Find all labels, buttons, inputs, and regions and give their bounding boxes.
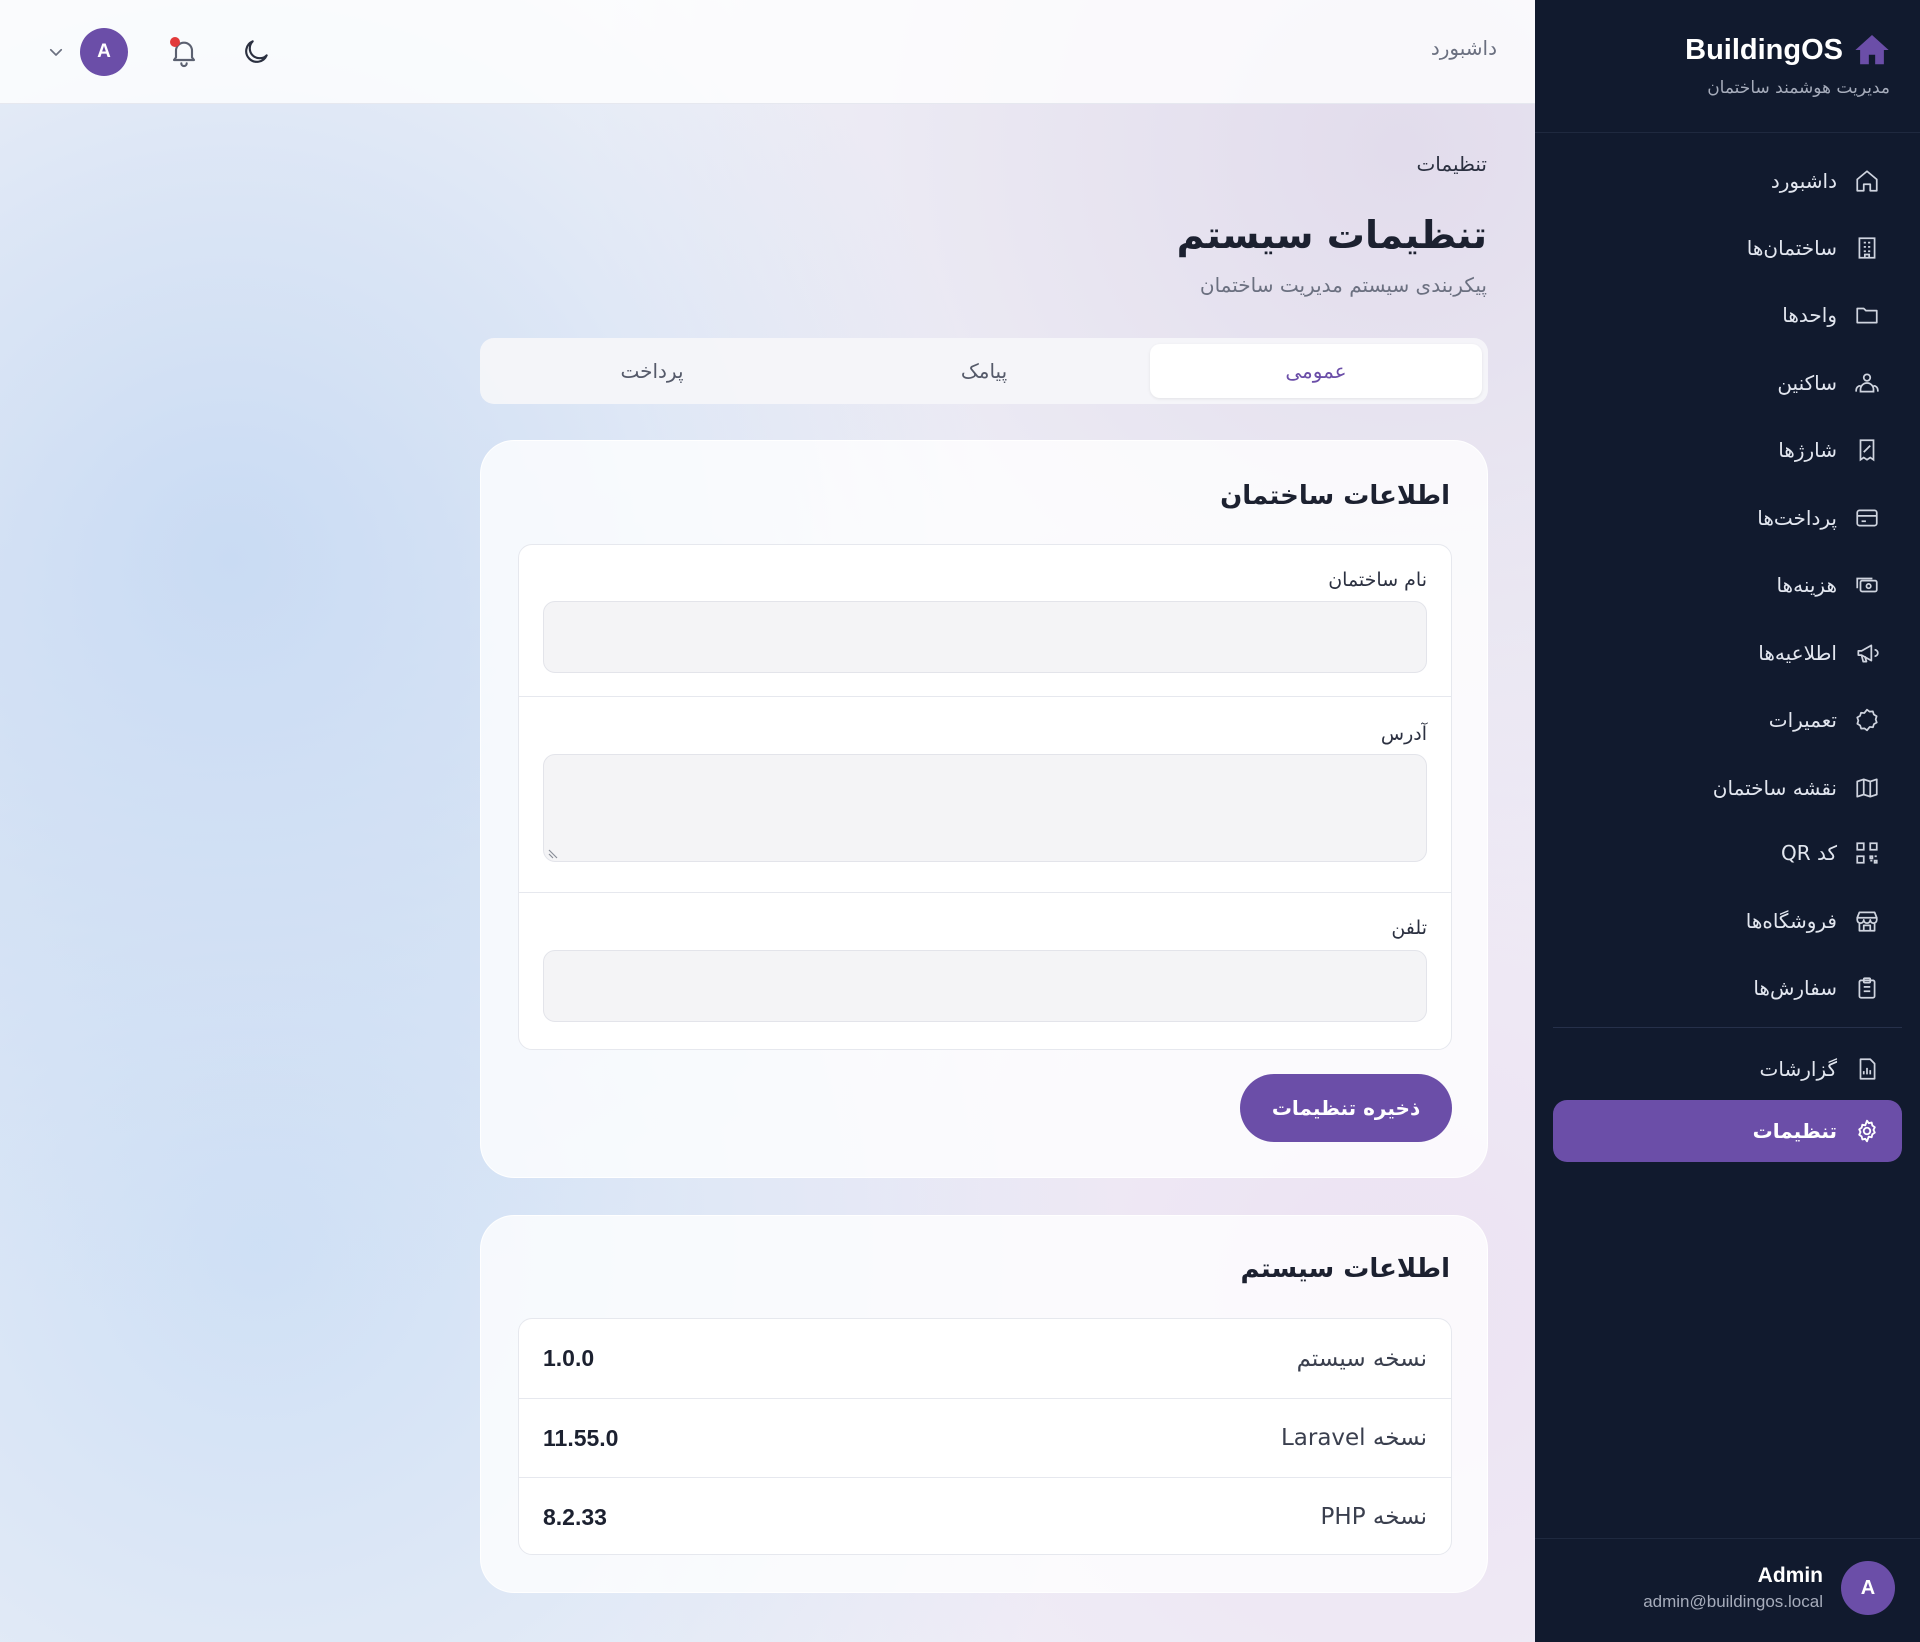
sidebar-item-qr-code[interactable]: کد QR <box>1553 822 1902 884</box>
php-version-value: 8.2.33 <box>543 1503 607 1530</box>
sidebar-item-building-map[interactable]: نقشه ساختمان <box>1553 757 1902 819</box>
clipboard-icon <box>1853 974 1881 1002</box>
sidebar-item-label: تنظیمات <box>1752 1119 1837 1143</box>
tab-payment[interactable]: پرداخت <box>486 344 818 398</box>
report-icon <box>1853 1055 1881 1083</box>
brand-name: BuildingOS <box>1685 33 1843 66</box>
badge-icon <box>1853 706 1881 734</box>
avatar[interactable]: A <box>80 28 128 76</box>
residents-icon <box>1853 369 1881 397</box>
notification-bell-icon[interactable] <box>168 36 200 68</box>
building-name-field: نام ساختمان <box>519 545 1451 696</box>
sidebar-item-charges[interactable]: شارژها <box>1553 419 1902 481</box>
sidebar-item-label: فروشگاه‌ها <box>1745 909 1837 933</box>
address-field: آدرس <box>519 696 1451 892</box>
resize-handle-icon[interactable] <box>548 847 560 859</box>
sidebar-item-label: کد QR <box>1780 841 1837 865</box>
notification-dot <box>170 37 180 47</box>
table-row: نسخه سیستم 1.0.0 <box>519 1319 1451 1398</box>
sidebar-item-repairs[interactable]: تعمیرات <box>1553 689 1902 751</box>
sidebar-item-label: شارژها <box>1778 438 1837 462</box>
system-version-value: 1.0.0 <box>543 1345 595 1371</box>
table-row: نسخه Laravel 11.55.0 <box>519 1398 1451 1477</box>
sidebar-item-label: داشبورد <box>1770 169 1837 193</box>
breadcrumb: تنظیمات <box>1416 152 1487 176</box>
system-info-table: نسخه سیستم 1.0.0 نسخه Laravel 11.55.0 نس… <box>518 1318 1452 1555</box>
user-profile[interactable]: A Admin admin@buildingos.local <box>1643 1560 1895 1616</box>
sidebar-item-label: اطلاعیه‌ها <box>1758 641 1837 665</box>
credit-card-icon <box>1853 504 1881 532</box>
address-textarea[interactable] <box>543 754 1427 862</box>
building-icon <box>1853 234 1881 262</box>
main-content: داشبورد A تنظیمات تنظیمات سیستم پیکربندی… <box>0 0 1535 1642</box>
settings-tabs: عمومی پیامک پرداخت <box>480 338 1488 404</box>
table-row: نسخه PHP 8.2.33 <box>519 1477 1451 1556</box>
user-email: admin@buildingos.local <box>1643 1592 1823 1611</box>
megaphone-icon <box>1853 639 1881 667</box>
sidebar: BuildingOS مدیریت هوشمند ساختمان داشبورد… <box>1535 0 1920 1642</box>
store-icon <box>1853 907 1881 935</box>
sidebar-item-label: تعمیرات <box>1768 708 1837 732</box>
sidebar-item-buildings[interactable]: ساختمان‌ها <box>1553 217 1902 279</box>
sidebar-item-label: گزارشات <box>1759 1057 1837 1081</box>
gear-icon <box>1853 1117 1881 1145</box>
brand[interactable]: BuildingOS <box>1685 30 1891 70</box>
sidebar-item-expenses[interactable]: هزینه‌ها <box>1553 554 1902 616</box>
home-icon <box>1853 167 1881 195</box>
save-settings-button[interactable]: ذخیره تنظیمات <box>1240 1074 1452 1142</box>
sidebar-item-stores[interactable]: فروشگاه‌ها <box>1553 890 1902 952</box>
sidebar-divider <box>1535 132 1920 133</box>
sidebar-item-reports[interactable]: گزارشات <box>1553 1038 1902 1100</box>
page-subtitle: پیکربندی سیستم مدیریت ساختمان <box>1199 273 1487 297</box>
nav-divider <box>1553 1027 1902 1028</box>
php-version-label: نسخه PHP <box>1320 1504 1427 1530</box>
phone-label: تلفن <box>1391 917 1427 939</box>
tab-sms[interactable]: پیامک <box>818 344 1150 398</box>
user-name: Admin <box>1757 1564 1823 1587</box>
sidebar-item-label: واحدها <box>1782 303 1837 327</box>
sidebar-item-units[interactable]: واحدها <box>1553 284 1902 346</box>
system-info-title: اطلاعات سیستم <box>1240 1254 1451 1284</box>
sidebar-item-label: سفارش‌ها <box>1753 976 1837 1000</box>
folder-icon <box>1853 301 1881 329</box>
building-info-card: اطلاعات ساختمان نام ساختمان آدرس تلفن ذخ… <box>480 440 1488 1178</box>
sidebar-item-orders[interactable]: سفارش‌ها <box>1553 957 1902 1019</box>
sidebar-item-label: هزینه‌ها <box>1776 573 1837 597</box>
sidebar-item-announcements[interactable]: اطلاعیه‌ها <box>1553 622 1902 684</box>
phone-input[interactable] <box>543 950 1427 1022</box>
laravel-version-value: 11.55.0 <box>543 1424 619 1451</box>
sidebar-item-payments[interactable]: پرداخت‌ها <box>1553 487 1902 549</box>
building-name-label: نام ساختمان <box>1328 569 1427 591</box>
page-title: تنظیمات سیستم <box>1176 213 1487 257</box>
system-version-label: نسخه سیستم <box>1296 1345 1427 1372</box>
avatar: A <box>1841 1561 1895 1615</box>
topbar-title: داشبورد <box>1430 36 1497 60</box>
building-info-form: نام ساختمان آدرس تلفن <box>518 544 1452 1050</box>
sidebar-item-settings[interactable]: تنظیمات <box>1553 1100 1902 1162</box>
sidebar-item-residents[interactable]: ساکنین <box>1553 352 1902 414</box>
tab-general[interactable]: عمومی <box>1150 344 1482 398</box>
address-label: آدرس <box>1380 723 1427 745</box>
map-icon <box>1853 774 1881 802</box>
building-name-input[interactable] <box>543 601 1427 673</box>
sidebar-item-label: پرداخت‌ها <box>1757 506 1837 530</box>
building-info-title: اطلاعات ساختمان <box>1220 481 1450 511</box>
brand-subtitle: مدیریت هوشمند ساختمان <box>1707 78 1890 98</box>
sidebar-item-label: نقشه ساختمان <box>1712 776 1837 800</box>
sidebar-item-label: ساکنین <box>1777 371 1837 395</box>
chevron-down-icon[interactable] <box>44 40 68 64</box>
cash-icon <box>1853 571 1881 599</box>
sidebar-item-label: ساختمان‌ها <box>1746 236 1837 260</box>
phone-field: تلفن <box>519 892 1451 1051</box>
laravel-version-label: نسخه Laravel <box>1280 1425 1427 1451</box>
system-info-card: اطلاعات سیستم نسخه سیستم 1.0.0 نسخه Lara… <box>480 1215 1488 1593</box>
dark-mode-moon-icon[interactable] <box>240 36 272 68</box>
top-bar: داشبورد A <box>0 0 1535 104</box>
home-logo-icon <box>1853 31 1891 69</box>
receipt-icon <box>1853 436 1881 464</box>
sidebar-item-dashboard[interactable]: داشبورد <box>1553 150 1902 212</box>
sidebar-divider <box>1535 1538 1920 1539</box>
qr-code-icon <box>1853 839 1881 867</box>
